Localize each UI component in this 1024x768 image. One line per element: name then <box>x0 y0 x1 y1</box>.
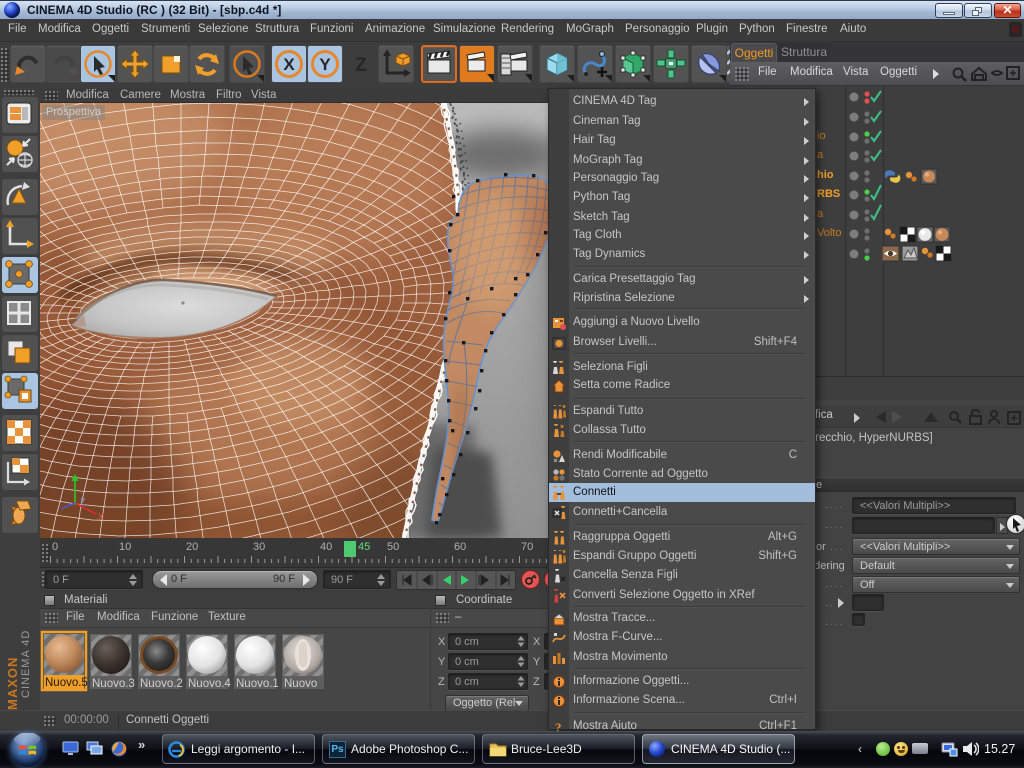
svg-text:Nuovo.4: Nuovo.4 <box>188 678 231 690</box>
svg-text:Nuovo.1: Nuovo.1 <box>236 678 279 690</box>
svg-text:Nuovo.3: Nuovo.3 <box>92 678 135 690</box>
svg-text:X: X <box>98 512 104 522</box>
svg-text:Y: Y <box>319 55 331 74</box>
svg-text:X: X <box>283 55 295 74</box>
svg-text:Nuovo.2: Nuovo.2 <box>140 678 183 690</box>
svg-text:Z: Z <box>80 497 86 507</box>
svg-text:Nuovo.5: Nuovo.5 <box>45 677 88 689</box>
svg-text:Nuovo: Nuovo <box>284 678 317 690</box>
svg-text:Z: Z <box>355 55 367 76</box>
